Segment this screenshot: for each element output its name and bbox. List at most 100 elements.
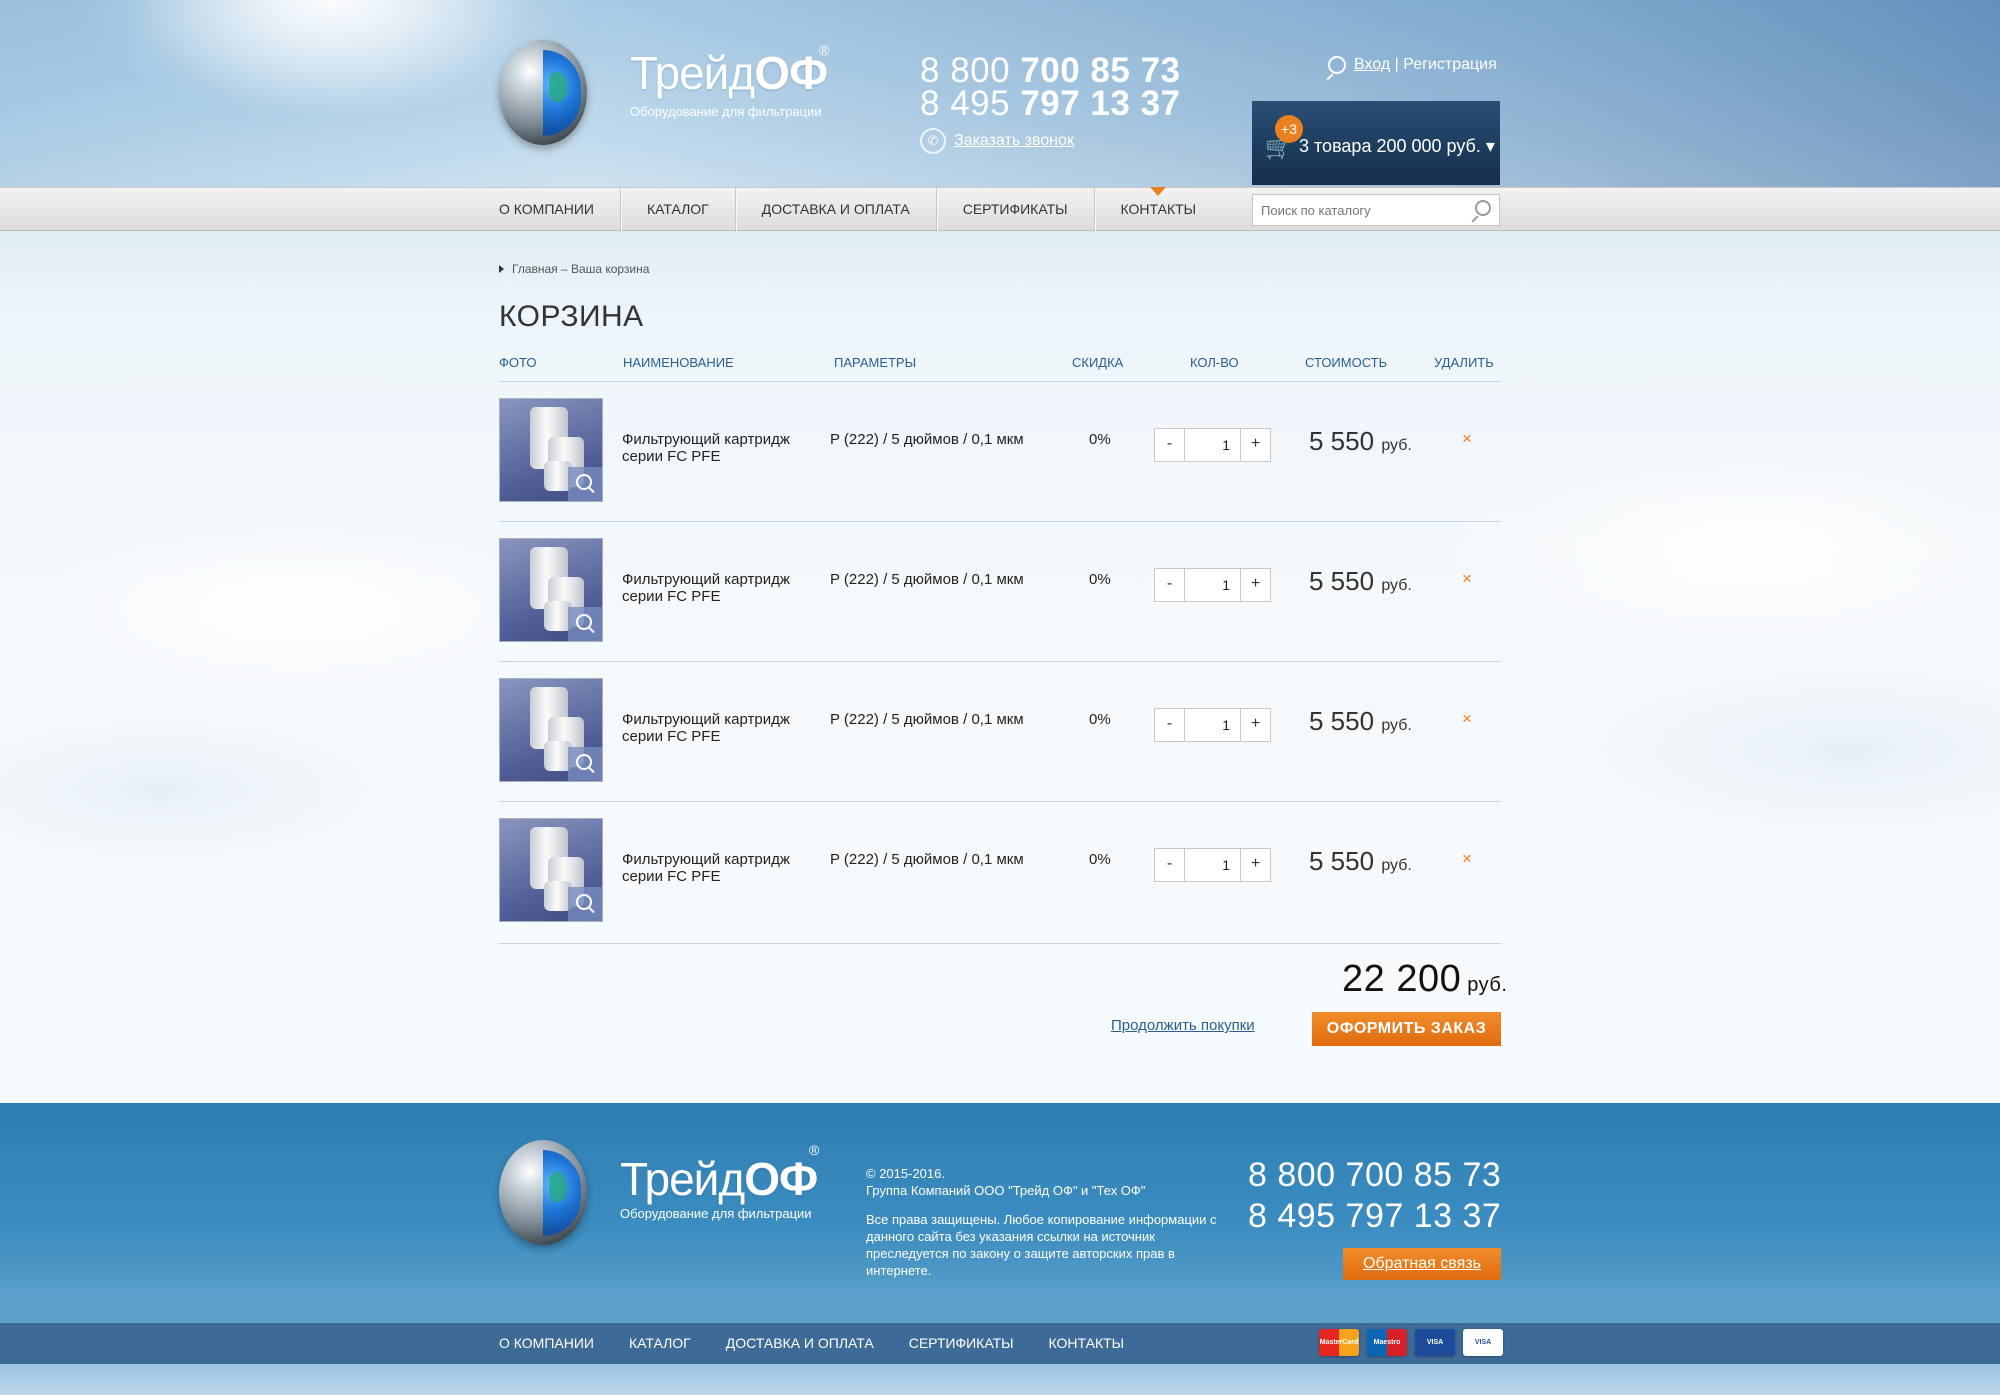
col-name: НАИМЕНОВАНИЕ: [623, 355, 734, 370]
qty-minus-button[interactable]: -: [1155, 429, 1185, 461]
zoom-icon[interactable]: [568, 887, 602, 921]
logo-brand: ТрейдОФ: [620, 1153, 818, 1205]
footer-copyright: © 2015-2016. Группа Компаний ООО "Трейд О…: [866, 1165, 1226, 1291]
main-nav: О КОМПАНИИ КАТАЛОГ ДОСТАВКА И ОПЛАТА СЕР…: [0, 187, 2000, 232]
site-logo[interactable]: ТрейдОФ ® Оборудование для фильтрации: [499, 40, 899, 150]
zoom-icon[interactable]: [568, 747, 602, 781]
auth-separator: |: [1390, 56, 1404, 74]
delete-icon[interactable]: ×: [1462, 429, 1472, 449]
cart-row: Фильтрующий картридж серии FC PFE P (222…: [499, 662, 1501, 802]
zoom-icon[interactable]: [568, 467, 602, 501]
qty-input[interactable]: 1: [1185, 849, 1240, 881]
continue-shopping-link[interactable]: Продолжить покупки: [1111, 1017, 1255, 1034]
qty-input[interactable]: 1: [1185, 429, 1240, 461]
nav-item-delivery[interactable]: ДОСТАВКА И ОПЛАТА: [736, 188, 937, 232]
qty-plus-button[interactable]: +: [1240, 709, 1270, 741]
product-discount: 0%: [1089, 851, 1111, 868]
phone-handset-icon: ✆: [920, 128, 946, 154]
col-qty: КОЛ-ВО: [1190, 355, 1239, 370]
footer-phone-1: 8 800 700 85 73: [1248, 1156, 1502, 1194]
footer-phone-2: 8 495 797 13 37: [1248, 1197, 1502, 1235]
footer-logo[interactable]: ТрейдОФ ® Оборудование для фильтрации: [499, 1140, 879, 1250]
qty-input[interactable]: 1: [1185, 569, 1240, 601]
product-name[interactable]: Фильтрующий картридж серии FC PFE: [622, 711, 822, 745]
logo-registered-mark: ®: [809, 1142, 820, 1158]
cart-table-header: ФОТО НАИМЕНОВАНИЕ ПАРАМЕТРЫ СКИДКА КОЛ-В…: [499, 352, 1501, 382]
footer-nav: О КОМПАНИИ КАТАЛОГ ДОСТАВКА И ОПЛАТА СЕР…: [0, 1323, 2000, 1364]
product-price: 5 550 руб.: [1309, 566, 1412, 596]
copyright-company: Группа Компаний ООО "Трейд ОФ" и "Тех ОФ…: [866, 1183, 1146, 1198]
copyright-notice: Все права защищены. Любое копирование ин…: [866, 1212, 1217, 1278]
header-phones: 8 800 700 85 73 8 495 797 13 37: [920, 51, 1181, 123]
qty-plus-button[interactable]: +: [1240, 849, 1270, 881]
qty-minus-button[interactable]: -: [1155, 569, 1185, 601]
logo-subtitle: Оборудование для фильтрации: [630, 104, 822, 119]
footer-bottom-strip: [0, 1364, 2000, 1395]
product-params: P (222) / 5 дюймов / 0,1 мкм: [830, 571, 1024, 588]
product-photo[interactable]: [499, 538, 603, 642]
product-params: P (222) / 5 дюймов / 0,1 мкм: [830, 711, 1024, 728]
header-cart[interactable]: 🛒 +3 3 товара 200 000 руб. ▾: [1252, 101, 1500, 185]
login-link[interactable]: Вход: [1354, 56, 1390, 73]
nav-item-contacts[interactable]: КОНТАКТЫ: [1095, 187, 1223, 232]
cart-row: Фильтрующий картридж серии FC PFE P (222…: [499, 382, 1501, 522]
qty-input[interactable]: 1: [1185, 709, 1240, 741]
logo-subtitle: Оборудование для фильтрации: [620, 1206, 812, 1221]
maestro-icon: Maestro: [1367, 1329, 1407, 1356]
callback-link[interactable]: Заказать звонок: [954, 132, 1074, 149]
qty-plus-button[interactable]: +: [1240, 569, 1270, 601]
cart-total: 22 200 руб.: [1342, 958, 1508, 1000]
product-photo[interactable]: [499, 398, 603, 502]
col-photo: ФОТО: [499, 355, 537, 370]
breadcrumb-arrow-icon: [499, 265, 504, 273]
search-icon[interactable]: [1475, 200, 1491, 216]
quantity-stepper: -1 +: [1154, 708, 1271, 742]
footer-nav-catalog[interactable]: КАТАЛОГ: [629, 1323, 691, 1364]
visa-icon: VISA: [1463, 1329, 1503, 1356]
phone-1: 8 800 700 85 73: [920, 51, 1181, 90]
footer-nav-delivery[interactable]: ДОСТАВКА И ОПЛАТА: [726, 1323, 874, 1364]
breadcrumb-text[interactable]: Главная – Ваша корзина: [512, 262, 649, 276]
delete-icon[interactable]: ×: [1462, 849, 1472, 869]
product-discount: 0%: [1089, 711, 1111, 728]
quantity-stepper: -1 +: [1154, 428, 1271, 462]
product-name[interactable]: Фильтрующий картридж серии FC PFE: [622, 571, 822, 605]
qty-minus-button[interactable]: -: [1155, 709, 1185, 741]
qty-minus-button[interactable]: -: [1155, 849, 1185, 881]
nav-item-about[interactable]: О КОМПАНИИ: [499, 188, 621, 232]
product-name[interactable]: Фильтрующий картридж серии FC PFE: [622, 431, 822, 465]
zoom-icon[interactable]: [568, 607, 602, 641]
cart-row: Фильтрующий картридж серии FC PFE P (222…: [499, 522, 1501, 662]
product-name[interactable]: Фильтрующий картридж серии FC PFE: [622, 851, 822, 885]
delete-icon[interactable]: ×: [1462, 709, 1472, 729]
place-order-button[interactable]: ОФОРМИТЬ ЗАКАЗ: [1312, 1012, 1501, 1046]
product-price: 5 550 руб.: [1309, 846, 1412, 876]
qty-plus-button[interactable]: +: [1240, 429, 1270, 461]
product-params: P (222) / 5 дюймов / 0,1 мкм: [830, 851, 1024, 868]
quantity-stepper: -1 +: [1154, 848, 1271, 882]
product-discount: 0%: [1089, 571, 1111, 588]
footer-nav-certificates[interactable]: СЕРТИФИКАТЫ: [909, 1323, 1014, 1364]
quantity-stepper: -1 +: [1154, 568, 1271, 602]
register-link[interactable]: Регистрация: [1403, 56, 1497, 73]
footer-nav-contacts[interactable]: КОНТАКТЫ: [1049, 1323, 1125, 1364]
key-icon: [1328, 56, 1346, 74]
cart-row: Фильтрующий картридж серии FC PFE P (222…: [499, 802, 1501, 944]
nav-item-catalog[interactable]: КАТАЛОГ: [621, 188, 736, 232]
delete-icon[interactable]: ×: [1462, 569, 1472, 589]
product-photo[interactable]: [499, 678, 603, 782]
col-discount: СКИДКА: [1072, 355, 1124, 370]
logo-globe-icon: [499, 40, 587, 145]
callback[interactable]: ✆ Заказать звонок: [920, 128, 1074, 154]
search-input[interactable]: [1253, 195, 1463, 225]
product-params: P (222) / 5 дюймов / 0,1 мкм: [830, 431, 1024, 448]
logo-globe-icon: [499, 1140, 587, 1245]
product-photo[interactable]: [499, 818, 603, 922]
phone-2: 8 495 797 13 37: [920, 84, 1181, 123]
breadcrumb: Главная – Ваша корзина: [499, 262, 649, 276]
nav-item-certificates[interactable]: СЕРТИФИКАТЫ: [937, 188, 1095, 232]
feedback-button[interactable]: Обратная связь: [1343, 1248, 1501, 1280]
col-params: ПАРАМЕТРЫ: [834, 355, 917, 370]
cart-summary[interactable]: 3 товара 200 000 руб. ▾: [1299, 136, 1495, 157]
footer-nav-about[interactable]: О КОМПАНИИ: [499, 1323, 594, 1364]
